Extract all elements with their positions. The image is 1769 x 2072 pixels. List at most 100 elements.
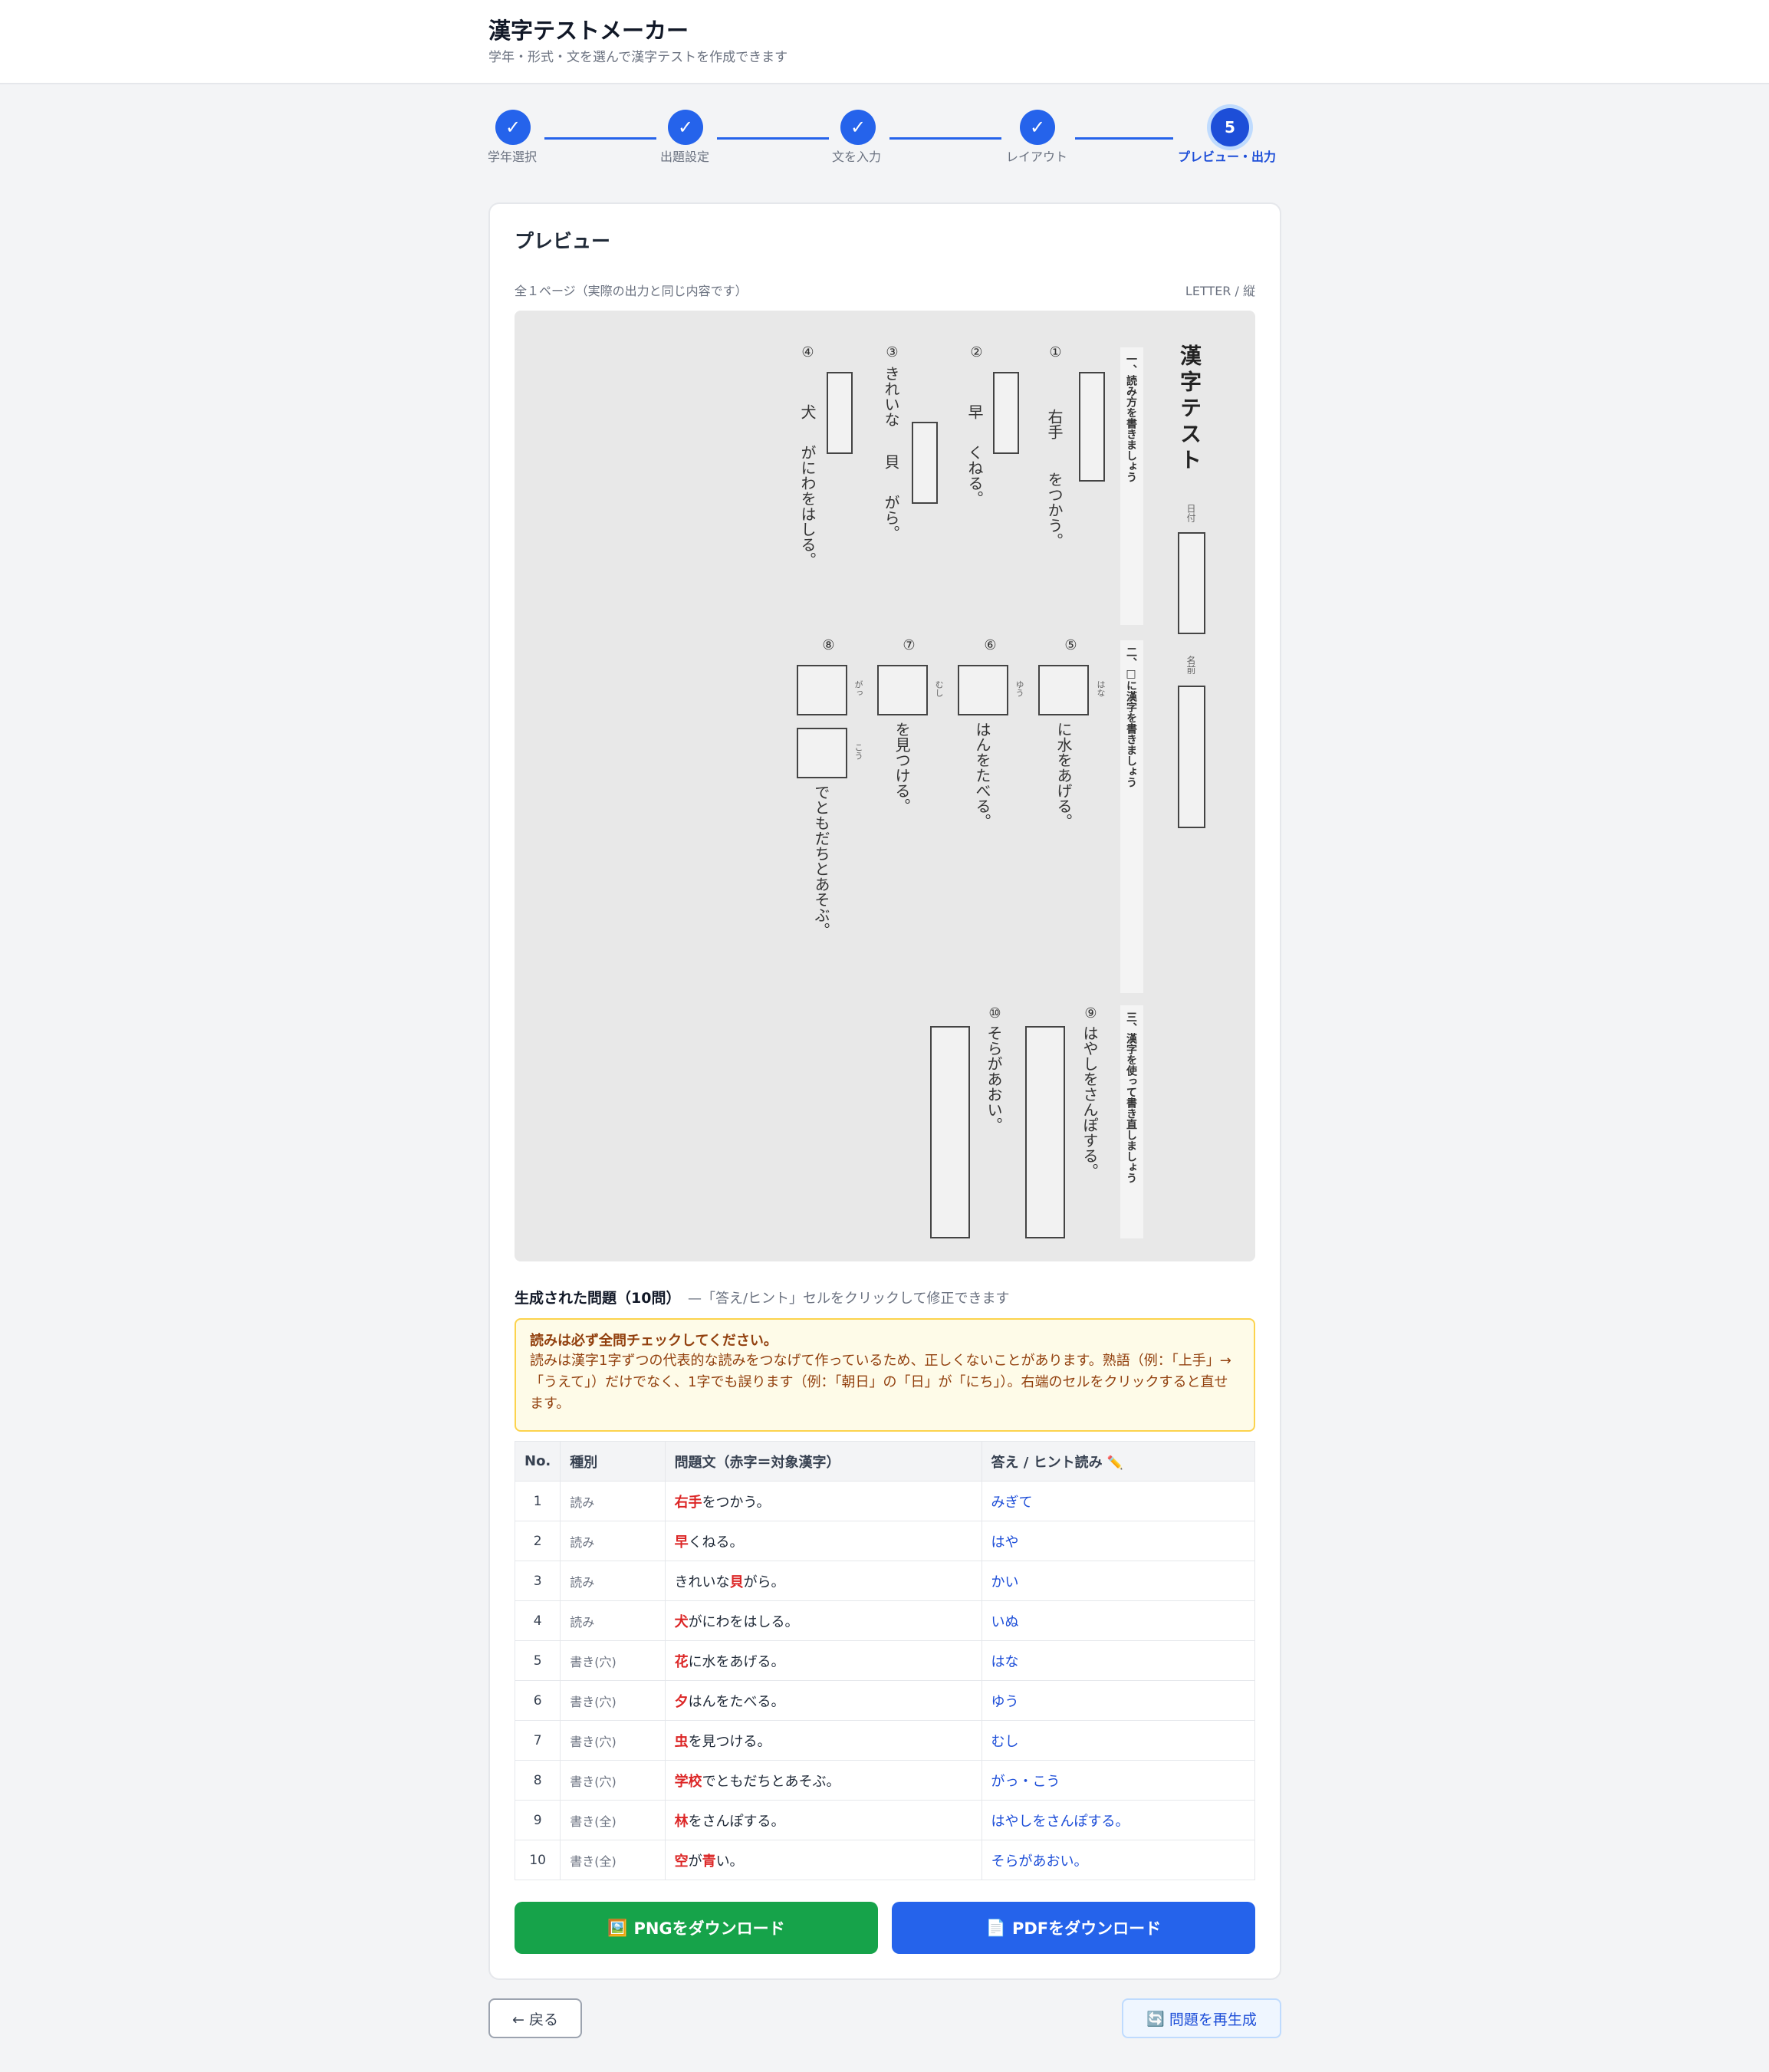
preview-title: プレビュー [515,230,611,252]
questions-note: —「答え/ヒント」セルをクリックして修正できます [687,1291,1010,1307]
back-button[interactable]: ← 戻る [488,1998,582,2038]
page-count: 全１ページ（実際の出力と同じ内容です） [515,284,748,298]
q1-number: ① [1047,344,1064,360]
step-connector [1075,137,1173,140]
sentence-text: をさんぽする。 [688,1813,785,1830]
answer-cell[interactable]: はな [981,1640,1256,1681]
q10-answer-box[interactable] [930,1026,970,1238]
q5-number: ⑤ [1063,637,1079,653]
col-answer: 答え / ヒント読み ✏️ [981,1441,1256,1482]
q5-hint: はな [1096,680,1106,697]
app-title: 漢字テストメーカー [488,18,689,44]
table-row: 8 書き(穴) 学校でともだちとあそぶ。 がっ・こう [514,1760,1256,1801]
app-subtitle: 学年・形式・文を選んで漢字テストを作成できます [488,50,788,65]
answer-cell[interactable]: がっ・こう [981,1760,1256,1801]
q8-hint-2: こう [853,743,863,760]
sentence-text: をつかう。 [702,1494,771,1511]
warning-body: 読みは漢字1字ずつの代表的な読みをつなげて作っているため、正しくないことがありま… [530,1353,1231,1412]
row-number: 8 [514,1760,561,1801]
target-kanji: 青 [702,1853,716,1870]
answer-cell[interactable]: みぎて [981,1481,1256,1521]
download-pdf-button[interactable]: 📄 PDFをダウンロード [892,1902,1255,1954]
sentence-text: に水をあげる。 [688,1653,785,1670]
question-sentence: 空が青い。 [664,1840,982,1880]
q7-kanji-box[interactable] [877,665,928,715]
step-label-layout: レイアウト [1006,150,1068,164]
step-4-check-icon[interactable]: ✓ [1020,110,1055,145]
question-type: 書き(全) [560,1840,666,1880]
row-number: 4 [514,1600,561,1641]
step-2-check-icon[interactable]: ✓ [668,110,703,145]
download-png-label: PNGをダウンロード [633,1919,785,1938]
step-3-check-icon[interactable]: ✓ [840,110,876,145]
target-kanji: 早 [674,1534,689,1551]
sentence-text: くねる。 [688,1534,744,1551]
pencil-icon: ✏️ [1106,1455,1124,1471]
regenerate-button[interactable]: 🔄 問題を再生成 [1122,1998,1281,2038]
q5-kanji-box[interactable] [1038,665,1089,715]
step-1-check-icon[interactable]: ✓ [495,110,531,145]
answer-cell[interactable]: ゆう [981,1680,1256,1721]
regenerate-label: 問題を再生成 [1169,2011,1257,2028]
row-number: 2 [514,1521,561,1561]
q4-kanji: 犬 [798,404,817,419]
q8-hint-1: がっ [853,680,863,697]
step-connector [889,137,1001,140]
target-kanji: 貝 [729,1574,744,1590]
q4-text: がにわをはしる。 [798,445,817,567]
step-5-current[interactable]: 5 [1211,108,1249,146]
q6-kanji-box[interactable] [958,665,1008,715]
q7-text: を見つける。 [893,722,911,814]
question-type: 読み [560,1521,666,1561]
table-row: 10 書き(全) 空が青い。 そらがあおい。 [514,1840,1256,1880]
target-kanji: 夕 [674,1693,689,1710]
question-sentence: 犬がにわをはしる。 [664,1600,982,1641]
answer-cell[interactable]: かい [981,1561,1256,1601]
q8-number: ⑧ [820,637,837,653]
answer-cell[interactable]: いぬ [981,1600,1256,1641]
sentence-text: が [688,1853,702,1870]
section-1-heading: 一、読み方を書きましょう [1125,354,1137,482]
answer-cell[interactable]: はや [981,1521,1256,1561]
q4-answer-box[interactable] [827,372,853,454]
date-field[interactable] [1178,532,1205,634]
q2-answer-box[interactable] [993,372,1019,454]
answer-cell[interactable]: そらがあおい。 [981,1840,1256,1880]
question-sentence: 右手をつかう。 [664,1481,982,1521]
question-type: 書き(穴) [560,1720,666,1761]
table-header-row: No. 種別 問題文（赤字＝対象漢字） 答え / ヒント読み ✏️ [514,1441,1256,1482]
document-icon: 📄 [985,1918,1006,1937]
question-sentence: 夕はんをたべる。 [664,1680,982,1721]
q1-answer-box[interactable] [1079,372,1105,482]
row-number: 6 [514,1680,561,1721]
warning-title: 読みは必ず全問チェックしてください。 [530,1333,778,1349]
table-row: 3 読み きれいな貝がら。 かい [514,1561,1256,1601]
table-row: 1 読み 右手をつかう。 みぎて [514,1481,1256,1521]
question-sentence: きれいな貝がら。 [664,1561,982,1601]
q3-kanji: 貝 [882,454,900,469]
target-kanji: 学校 [674,1773,702,1790]
q9-answer-box[interactable] [1025,1026,1065,1238]
q9-number: ⑨ [1083,1005,1099,1021]
question-sentence: 林をさんぽする。 [664,1800,982,1840]
reading-warning: 読みは必ず全問チェックしてください。 読みは漢字1字ずつの代表的な読みをつなげて… [515,1318,1255,1432]
q8-kanji-box-2[interactable] [797,728,847,778]
q2-number: ② [968,344,985,360]
q6-hint: ゆう [1014,680,1024,697]
answer-cell[interactable]: むし [981,1720,1256,1761]
name-field[interactable] [1178,686,1205,828]
q3-answer-box[interactable] [912,422,938,504]
questions-table: No. 種別 問題文（赤字＝対象漢字） 答え / ヒント読み ✏️ 1 読み 右手を… [514,1441,1256,1880]
download-png-button[interactable]: 🖼️ PNGをダウンロード [515,1902,878,1954]
q5-text: に水をあげる。 [1054,722,1073,829]
q8-kanji-box-1[interactable] [797,665,847,715]
target-kanji: 林 [674,1813,689,1830]
answer-cell[interactable]: はやしをさんぽする。 [981,1800,1256,1840]
question-type: 読み [560,1561,666,1601]
q2-kanji: 早 [965,404,984,419]
q7-number: ⑦ [901,637,917,653]
q4-number: ④ [800,344,816,360]
refresh-icon: 🔄 [1146,2010,1165,2028]
q3-text-before: きれいな [882,366,900,427]
download-pdf-label: PDFをダウンロード [1011,1919,1162,1938]
